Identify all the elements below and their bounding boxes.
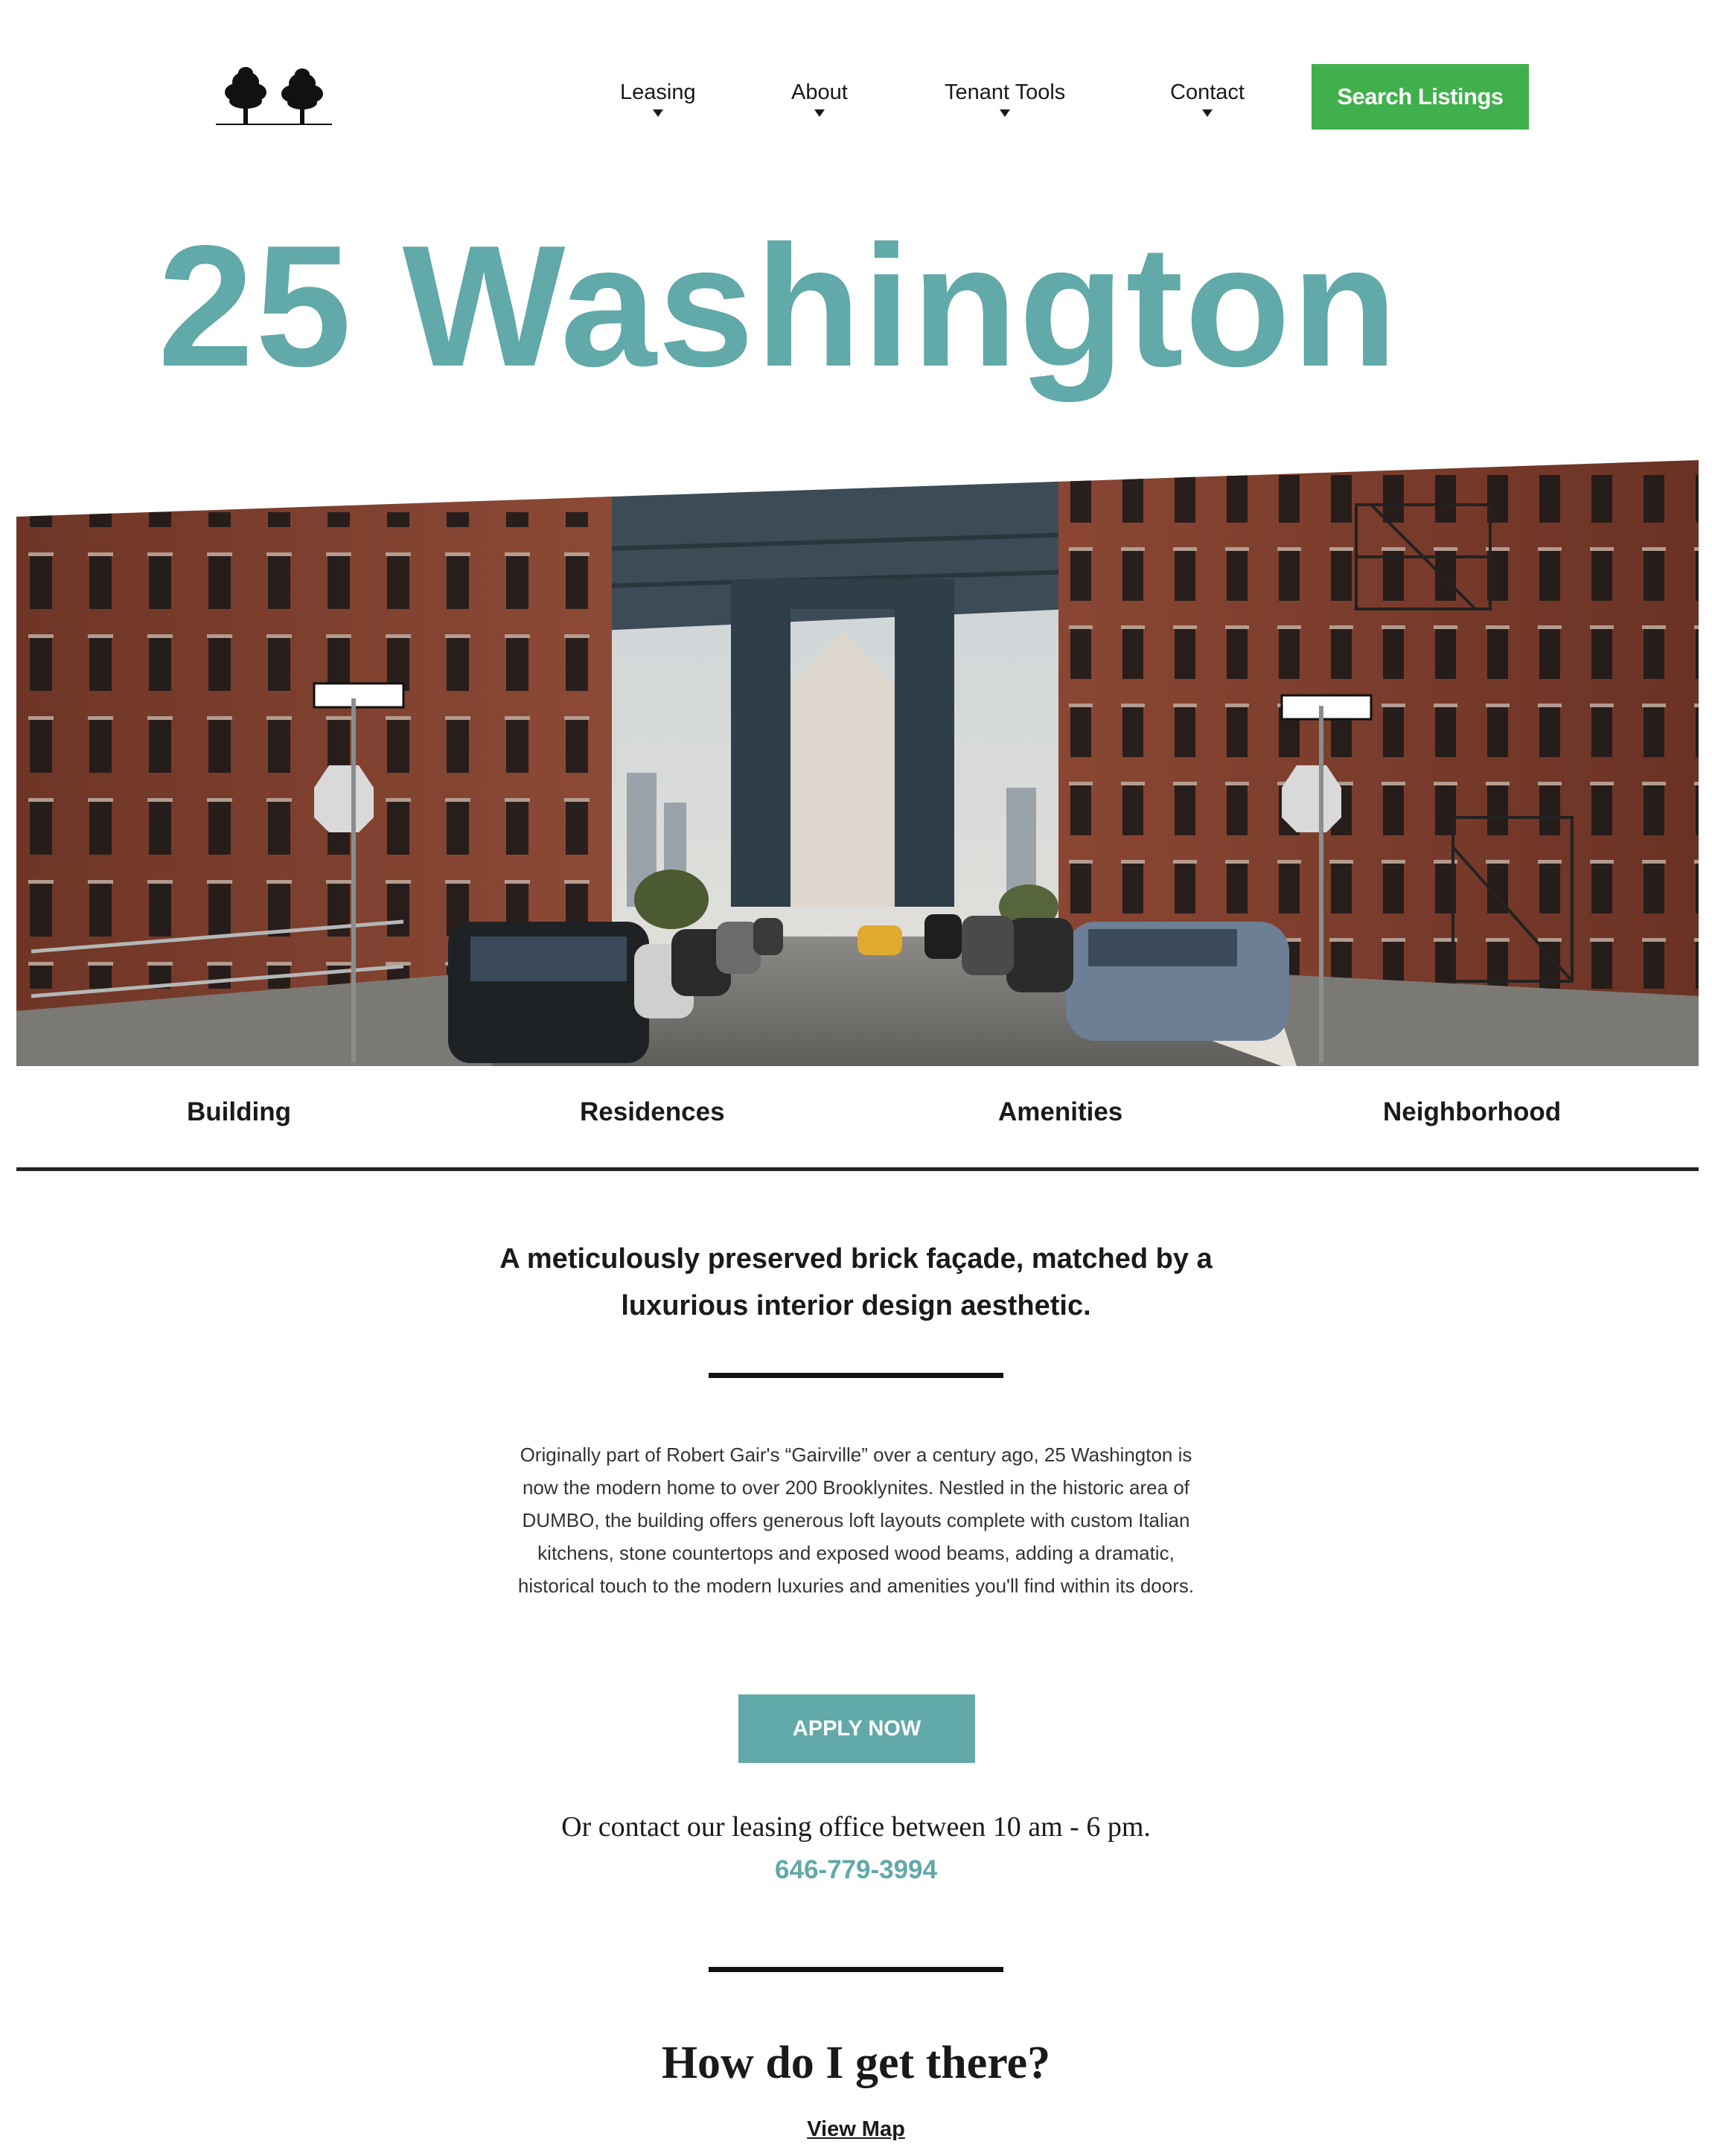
section-divider (709, 1967, 1003, 1972)
trees-icon (216, 67, 332, 125)
section-divider (709, 1373, 1003, 1378)
apply-now-button[interactable]: APPLY NOW (738, 1694, 975, 1763)
nav-leasing[interactable]: Leasing (620, 80, 696, 117)
subnav-building[interactable]: Building (187, 1097, 291, 1127)
nav-contact-label: Contact (1170, 80, 1245, 104)
phone-link[interactable]: 646-779-3994 (707, 1855, 1005, 1885)
nav-about[interactable]: About (791, 80, 848, 117)
chevron-down-icon (1201, 109, 1213, 117)
contact-text: Or contact our leasing office between 10… (561, 1811, 1151, 1843)
search-listings-button[interactable]: Search Listings (1312, 64, 1529, 130)
chevron-down-icon (652, 109, 663, 117)
nav-tenant-tools-label: Tenant Tools (945, 80, 1066, 104)
chevron-down-icon (814, 109, 825, 117)
building-description: Originally part of Robert Gair's “Gairvi… (517, 1444, 1195, 1597)
page-title: 25 Washington (158, 210, 1399, 403)
nav-contact[interactable]: Contact (1170, 80, 1245, 117)
subnav-amenities[interactable]: Amenities (998, 1097, 1122, 1127)
nav-tenant-tools[interactable]: Tenant Tools (945, 80, 1065, 117)
nav-leasing-label: Leasing (620, 80, 696, 104)
view-map-link[interactable]: View Map (744, 2117, 968, 2142)
subnav-divider (16, 1167, 1699, 1171)
hero-image (16, 460, 1699, 1066)
subnav-neighborhood[interactable]: Neighborhood (1383, 1097, 1561, 1127)
street-bridge-photo-icon (16, 460, 1699, 1066)
chevron-down-icon (1000, 109, 1011, 117)
tagline: A meticulously preserved brick façade, m… (499, 1243, 1213, 1321)
directions-heading: How do I get there? (661, 2038, 1051, 2088)
nav-about-label: About (791, 80, 848, 104)
subnav-residences[interactable]: Residences (580, 1097, 725, 1127)
two-trees-logo[interactable] (214, 60, 333, 131)
